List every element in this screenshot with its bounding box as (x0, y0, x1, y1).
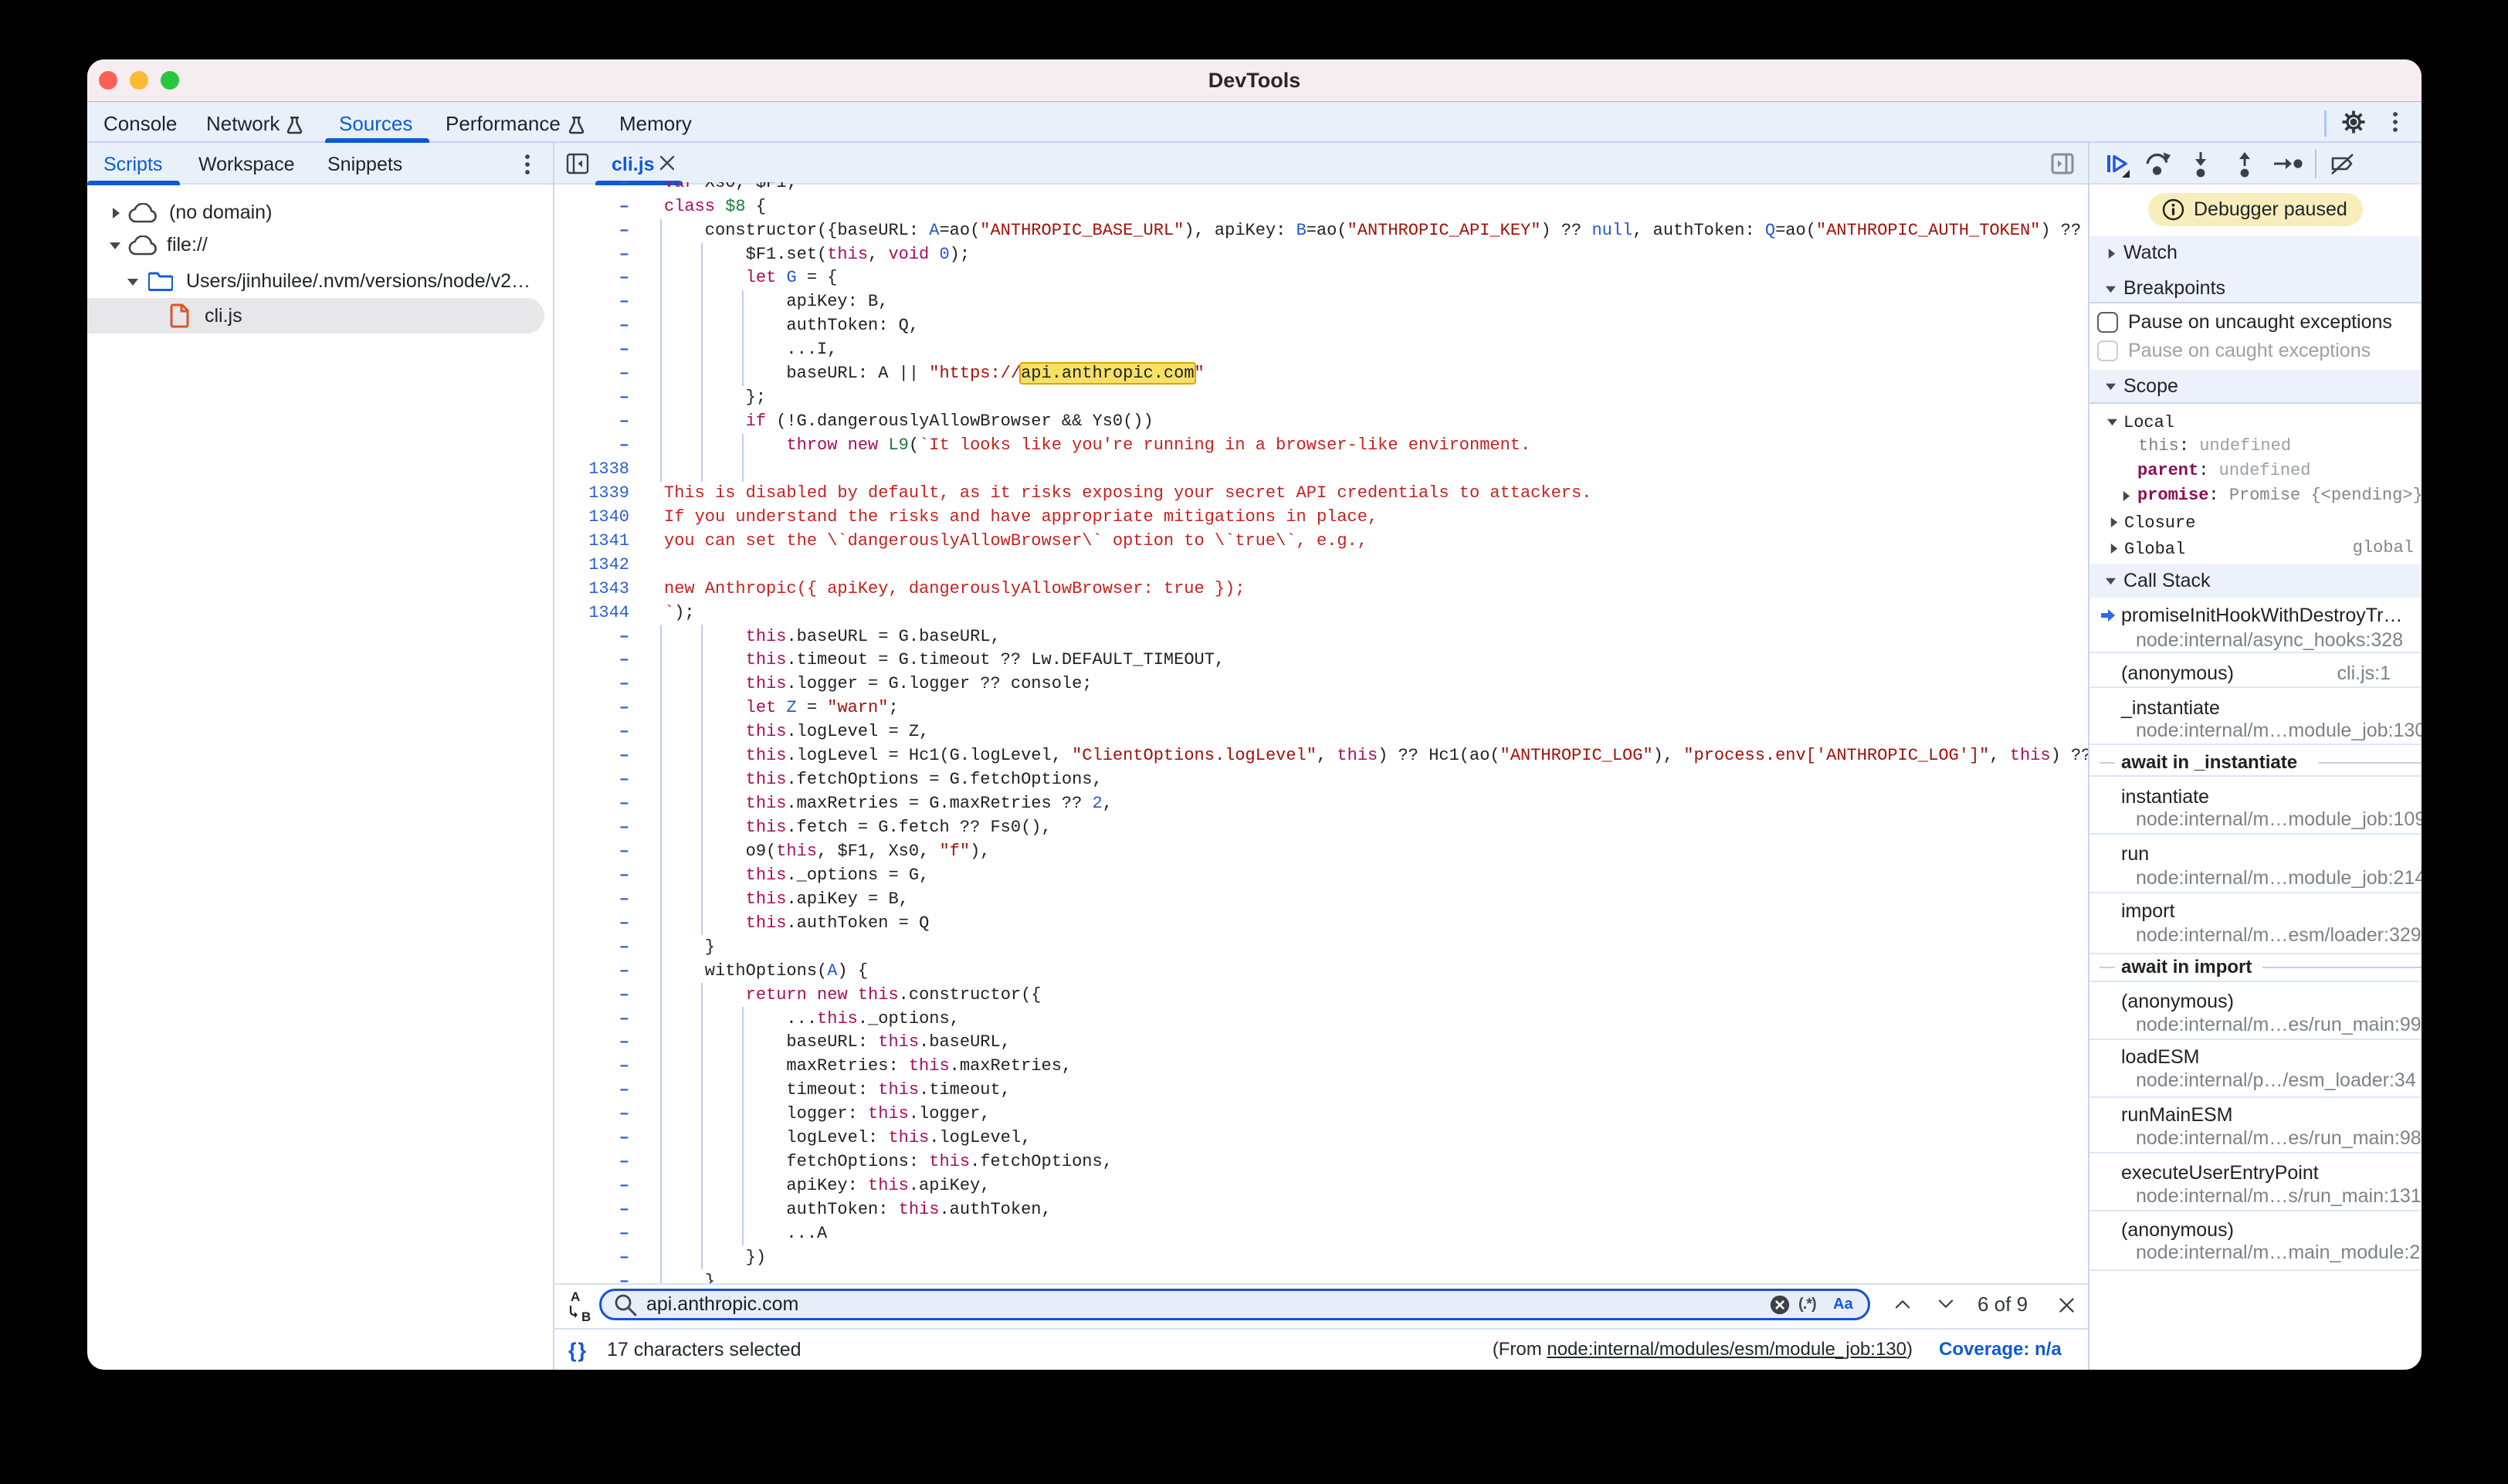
svg-text:A: A (571, 1289, 580, 1304)
svg-text:B: B (581, 1310, 591, 1324)
